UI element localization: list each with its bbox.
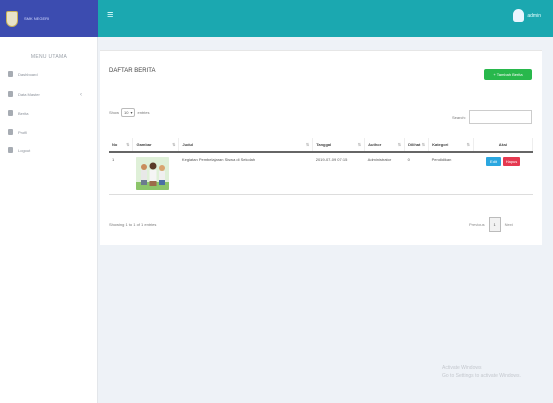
sidebar-item-dashboard[interactable]: Dashboard: [8, 71, 38, 77]
next-page-button[interactable]: Next: [505, 222, 513, 227]
user-name: admin: [527, 12, 541, 19]
sidebar-item-logout[interactable]: Logout: [8, 147, 30, 153]
news-thumbnail[interactable]: [135, 157, 169, 190]
cell-judul: Kegiatan Pembelajaran Siswa di Sekolah: [178, 152, 313, 195]
news-table: No ⇅ Gambar ⇅ Judul ⇅ Tanggal ⇅ Author ⇅ Dili…: [109, 138, 533, 195]
table-info: Showing 1 to 1 of 1 entries: [109, 222, 157, 227]
column-header-kategori[interactable]: Kategori ⇅: [428, 138, 474, 153]
page-number-button[interactable]: 1: [488, 217, 501, 232]
sidebar-item-label: Profil: [18, 129, 28, 135]
entries-length-control: Show 10 ▾ entries: [109, 108, 150, 117]
cell-no: 1: [109, 152, 133, 195]
table-search: Search:: [452, 110, 532, 124]
activation-watermark: Activate Windows Go to Settings to activ…: [442, 364, 521, 380]
brand[interactable]: SMK NEGERI: [0, 0, 98, 37]
entries-value: 10: [124, 110, 129, 115]
cell-tanggal: 2019-07-09 07:15: [312, 152, 365, 195]
column-header-gambar[interactable]: Gambar ⇅: [132, 138, 180, 153]
cell-aksi: Edit Hapus: [473, 152, 533, 195]
delete-button[interactable]: Hapus: [503, 157, 520, 166]
watermark-title: Activate Windows: [442, 365, 482, 371]
cell-author: Administrator: [364, 152, 405, 195]
chevron-left-icon: ‹: [80, 92, 82, 98]
table-header-row: No ⇅ Gambar ⇅ Judul ⇅ Tanggal ⇅ Author ⇅ Dili…: [109, 138, 533, 153]
cell-kategori: Pendidikan: [428, 152, 474, 195]
column-header-dilihat[interactable]: Dilihat ⇅: [404, 138, 430, 153]
cell-dilihat: 0: [404, 152, 429, 195]
sidebar-item-label: Berita: [18, 110, 29, 116]
search-input[interactable]: [468, 110, 532, 124]
top-navbar: SMK NEGERI ≡ admin: [0, 0, 553, 37]
sidebar-item-label: Data Master: [18, 91, 40, 97]
previous-page-button[interactable]: Previous: [469, 222, 485, 227]
sidebar-heading: MENU UTAMA: [30, 54, 68, 60]
watermark-subtitle: Go to Settings to activate Windows.: [442, 373, 521, 379]
column-header-aksi: Aksi: [473, 138, 533, 153]
column-header-author[interactable]: Author ⇅: [364, 138, 406, 153]
sidebar-item-profil[interactable]: Profil: [8, 129, 27, 135]
logout-icon: [8, 147, 13, 153]
column-header-judul[interactable]: Judul ⇅: [178, 138, 314, 153]
brand-name: SMK NEGERI: [24, 16, 50, 21]
database-icon: [8, 91, 13, 97]
sidebar-item-data-master[interactable]: Data Master: [8, 91, 40, 97]
sidebar-item-berita[interactable]: Berita: [8, 110, 28, 116]
search-label: Search:: [452, 114, 466, 120]
sidebar: MENU UTAMA Dashboard Data Master ‹ Berit…: [0, 37, 98, 403]
show-label: Show: [109, 110, 120, 115]
page-title: DAFTAR BERITA: [109, 68, 156, 74]
news-icon: [8, 110, 13, 116]
sidebar-item-label: Dashboard: [18, 71, 38, 77]
add-news-button[interactable]: + Tambah Berita: [484, 69, 532, 80]
avatar: [513, 9, 525, 22]
school-logo-icon: [6, 10, 18, 27]
entries-label: entries: [137, 110, 150, 115]
news-list-card: DAFTAR BERITA + Tambah Berita Show 10 ▾ …: [100, 50, 542, 245]
edit-button[interactable]: Edit: [486, 157, 501, 166]
menu-toggle-icon[interactable]: ≡: [107, 10, 113, 21]
user-menu[interactable]: admin: [513, 9, 541, 22]
pagination: Previous 1 Next: [469, 217, 513, 232]
user-icon: [8, 129, 13, 135]
column-header-tanggal[interactable]: Tanggal ⇅: [312, 138, 366, 153]
chevron-down-icon: ▾: [130, 110, 133, 115]
cell-gambar: [132, 152, 179, 195]
table-row: 1 Kegiatan Pembelajaran Siswa di Sekolah…: [109, 152, 533, 195]
column-header-no[interactable]: No ⇅: [109, 138, 134, 153]
sidebar-item-label: Logout: [18, 147, 31, 153]
entries-select[interactable]: 10 ▾: [121, 108, 136, 117]
dashboard-icon: [8, 71, 13, 77]
